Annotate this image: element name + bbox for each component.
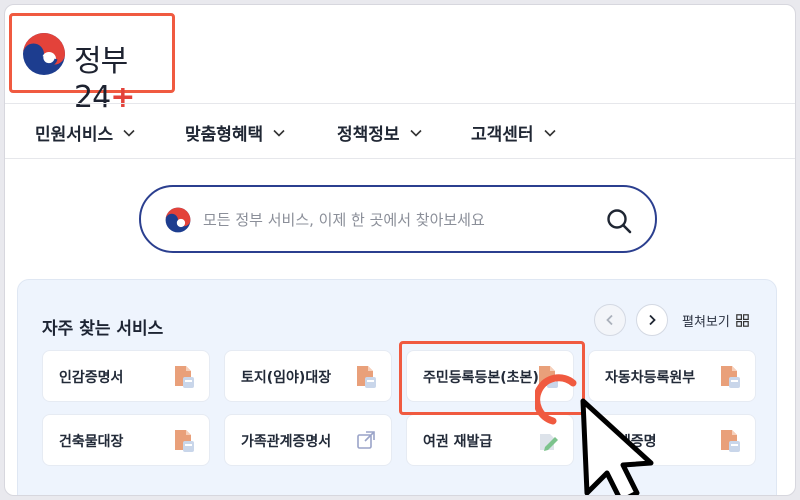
search-input[interactable]	[203, 207, 583, 233]
service-card-passport-reissue[interactable]: 여권 재발급	[406, 414, 574, 466]
chevron-down-icon	[409, 129, 422, 137]
document-icon	[357, 366, 376, 388]
card-label: 자동차등록원부	[605, 370, 696, 386]
document-icon	[721, 430, 740, 452]
search-bar	[139, 185, 657, 253]
document-icon	[539, 366, 558, 388]
card-label: 토지(임야)대장	[241, 370, 332, 386]
expand-all-link[interactable]: 펼쳐보기	[682, 311, 749, 330]
pen-icon	[540, 434, 558, 451]
nav-item-label: 맞춤형혜택	[185, 125, 264, 145]
taegeuk-emblem-icon	[165, 207, 191, 233]
nav-item-customer-center[interactable]: 고객센터	[471, 120, 556, 145]
previous-button[interactable]	[594, 304, 626, 336]
service-card-family-relation[interactable]: 가족관계증명서	[224, 414, 392, 466]
card-label: 주민등록등본(초본)	[423, 370, 539, 386]
card-label: 건축물대장	[59, 434, 124, 450]
chevron-down-icon	[543, 129, 556, 137]
service-card-vehicle-registration[interactable]: 자동차등록원부	[588, 350, 756, 402]
card-label: 가족관계증명서	[241, 434, 332, 450]
service-card-resident-registration[interactable]: 주민등록등본(초본)	[406, 350, 574, 402]
grid-icon	[736, 314, 749, 327]
chevron-right-icon	[649, 314, 656, 326]
main-nav: 민원서비스 맞춤형혜택 정책정보 고객센터	[5, 103, 795, 159]
chevron-down-icon	[123, 129, 135, 137]
service-card-tax-certificate[interactable]: 납세증명	[588, 414, 756, 466]
nav-item-label: 정책정보	[337, 125, 400, 145]
nav-item-civil-services[interactable]: 민원서비스	[35, 120, 135, 145]
card-label: 인감증명서	[59, 370, 124, 386]
service-card-building-register[interactable]: 건축물대장	[42, 414, 210, 466]
search-icon[interactable]	[605, 207, 633, 235]
nav-item-label: 고객센터	[471, 125, 534, 145]
expand-label: 펼쳐보기	[682, 315, 730, 330]
section-title: 자주 찾는 서비스	[42, 319, 164, 339]
nav-item-policy-info[interactable]: 정책정보	[337, 120, 422, 145]
site-header: 정부24+	[5, 5, 795, 115]
card-label: 여권 재발급	[423, 434, 493, 450]
service-card-land-register[interactable]: 토지(임야)대장	[224, 350, 392, 402]
nav-item-custom-benefits[interactable]: 맞춤형혜택	[185, 120, 285, 145]
document-icon	[175, 366, 194, 388]
external-link-icon	[357, 431, 375, 449]
card-label: 납세증명	[605, 434, 657, 450]
taegeuk-emblem-icon	[23, 33, 65, 75]
document-icon	[721, 366, 740, 388]
document-icon	[175, 430, 194, 452]
nav-item-label: 민원서비스	[35, 125, 114, 145]
next-button[interactable]	[636, 304, 668, 336]
chevron-left-icon	[606, 314, 613, 326]
chevron-down-icon	[273, 129, 285, 137]
frequent-services-panel: 자주 찾는 서비스 펼쳐보기 인감증명서 토지(임야)대장 주민등록등본(초본)…	[17, 279, 777, 495]
site-logo[interactable]: 정부24+	[9, 13, 175, 115]
service-card-seal-certificate[interactable]: 인감증명서	[42, 350, 210, 402]
browser-frame: 정부24+ 민원서비스 맞춤형혜택 정책정보 고객센터 모든 정부 서비스, 이…	[4, 4, 796, 496]
